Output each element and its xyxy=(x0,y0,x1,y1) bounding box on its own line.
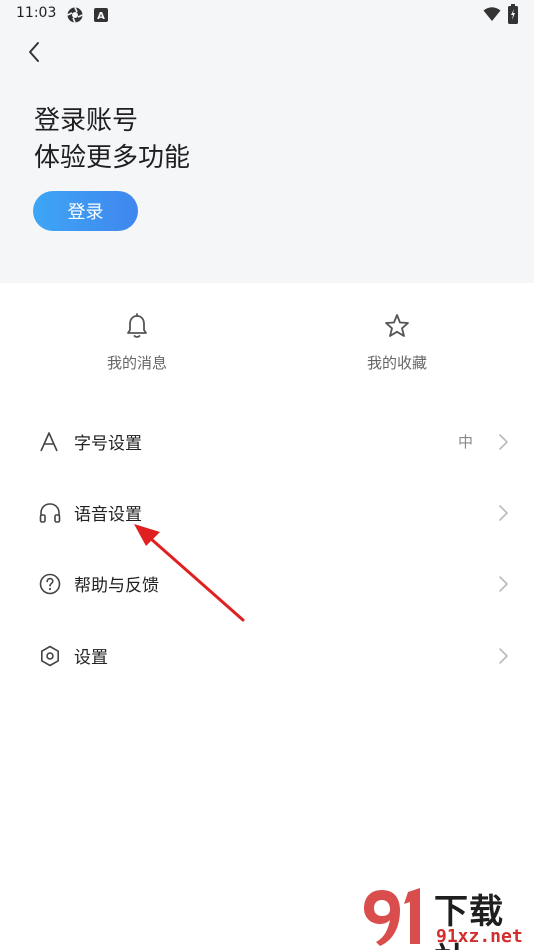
menu-item-help-feedback[interactable]: 帮助与反馈 xyxy=(0,558,534,610)
headphones-icon xyxy=(39,503,61,523)
camera-icon xyxy=(66,6,84,28)
my-messages-button[interactable]: 我的消息 xyxy=(72,312,202,382)
status-bar: 11:03 A xyxy=(0,0,534,28)
svg-text:A: A xyxy=(97,11,105,22)
chevron-right-icon xyxy=(499,505,508,521)
menu-item-label: 设置 xyxy=(74,648,108,668)
menu-item-label: 字号设置 xyxy=(74,434,142,454)
login-button[interactable]: 登录 xyxy=(33,191,138,231)
help-icon xyxy=(39,573,61,595)
watermark-url: 91xz.net xyxy=(436,926,523,947)
font-size-icon xyxy=(40,432,58,452)
chevron-left-icon xyxy=(29,42,39,62)
my-messages-label: 我的消息 xyxy=(106,354,167,372)
login-title: 登录账号 xyxy=(34,106,139,136)
menu-item-settings[interactable]: 设置 xyxy=(0,630,534,682)
star-icon xyxy=(385,314,409,337)
a-badge-icon: A xyxy=(94,7,108,26)
back-button[interactable] xyxy=(20,38,48,66)
my-favorites-label: 我的收藏 xyxy=(366,354,427,372)
settings-icon xyxy=(41,645,59,667)
menu-item-label: 帮助与反馈 xyxy=(74,576,159,596)
watermark-logo-icon xyxy=(364,888,420,946)
menu-item-label: 语音设置 xyxy=(74,505,142,525)
login-subtitle: 体验更多功能 xyxy=(34,143,191,173)
menu-item-font-size[interactable]: 字号设置 中 xyxy=(0,416,534,468)
menu-item-value: 中 xyxy=(458,433,474,451)
battery-icon xyxy=(508,4,518,28)
my-favorites-button[interactable]: 我的收藏 xyxy=(332,312,462,382)
status-time: 11:03 xyxy=(16,5,57,21)
wifi-icon xyxy=(483,6,501,26)
chevron-right-icon xyxy=(499,648,508,664)
watermark: 下载站 91xz.net xyxy=(358,880,534,950)
menu-item-voice-settings[interactable]: 语音设置 xyxy=(0,487,534,539)
chevron-right-icon xyxy=(499,576,508,592)
bell-icon xyxy=(127,313,147,338)
chevron-right-icon xyxy=(499,434,508,450)
